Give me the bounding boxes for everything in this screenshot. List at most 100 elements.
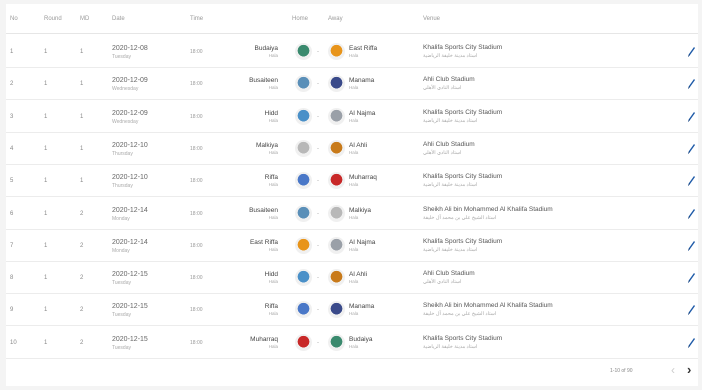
round-cell: 1 xyxy=(44,275,48,282)
matchday-cell: 1 xyxy=(80,49,84,55)
table-header: No Round MD Date Time Home Away Venue xyxy=(6,4,698,34)
matchday-cell: 1 xyxy=(80,113,84,120)
pencil-icon[interactable] xyxy=(686,174,696,188)
match-time: 18:00 xyxy=(190,210,203,217)
match-time: 18:00 xyxy=(190,178,203,185)
match-time: 18:00 xyxy=(190,307,203,314)
round-cell: 1 xyxy=(44,307,48,314)
venue-name: Khalifa Sports City Stadium xyxy=(423,334,503,342)
match-day: Monday xyxy=(112,247,130,254)
home-team-name: Riffa xyxy=(264,303,278,311)
matchday-cell: 2 xyxy=(80,242,84,249)
away-team-name: Budaiya xyxy=(349,335,373,343)
match-date: 2020-12-14 xyxy=(112,238,148,246)
venue-name: Khalifa Sports City Stadium xyxy=(423,44,503,51)
match-date: 2020-12-15 xyxy=(112,271,148,279)
match-number: 8 xyxy=(10,275,14,282)
vs-separator: - xyxy=(317,81,319,88)
away-team-name: Manama xyxy=(349,303,375,311)
pencil-icon[interactable] xyxy=(686,77,696,91)
match-number: 7 xyxy=(10,242,14,249)
pencil-icon[interactable] xyxy=(686,239,696,253)
fixtures-table: No Round MD Date Time Home Away Venue 1 1… xyxy=(6,4,698,386)
away-team-logo xyxy=(328,333,345,351)
header-no[interactable]: No xyxy=(10,16,18,22)
table-row[interactable]: 6 1 2 2020-12-14 Monday 18:00 Busaiteen Hala - Ma… xyxy=(6,197,698,230)
match-date: 2020-12-15 xyxy=(112,303,148,311)
header-venue[interactable]: Venue xyxy=(423,16,440,22)
header-home[interactable]: Home xyxy=(292,16,308,22)
table-row[interactable]: 2 1 1 2020-12-09 Wednesday 18:00 Busaiteen Hala… xyxy=(6,67,698,101)
table-row[interactable]: 7 1 2 2020-12-14 Monday 18:00 East Riffa Hala - A… xyxy=(6,229,698,262)
away-team-sub: Hala xyxy=(349,53,359,58)
away-team-name: Al Najma xyxy=(349,109,376,117)
table-row[interactable]: 4 1 1 2020-12-10 Thursday 18:00 Malkiya Hala - Al… xyxy=(6,132,698,165)
venue-name: Khalifa Sports City Stadium xyxy=(423,237,503,245)
table-row[interactable]: 1 1 1 2020-12-08 Tuesday 18:00 Budaiya Hala - Eas… xyxy=(6,35,698,68)
header-date[interactable]: Date xyxy=(112,16,125,22)
away-team-sub: Hala xyxy=(349,343,359,349)
match-day: Tuesday xyxy=(112,344,131,351)
venue-name-arabic: استاد الشيخ علي بن محمد آل خليفة xyxy=(423,214,497,221)
away-team-logo xyxy=(328,269,345,287)
match-date: 2020-12-09 xyxy=(112,77,148,85)
matchday-cell: 2 xyxy=(80,307,84,314)
pencil-icon[interactable] xyxy=(686,142,696,156)
table-row[interactable]: 8 1 2 2020-12-15 Tuesday 18:00 Hidd Hala - Al Ahl… xyxy=(6,261,698,295)
match-time: 18:00 xyxy=(190,81,203,88)
header-md[interactable]: MD xyxy=(80,16,89,22)
match-date: 2020-12-14 xyxy=(112,206,148,214)
match-date: 2020-12-10 xyxy=(112,141,148,149)
pencil-icon[interactable] xyxy=(686,207,696,221)
away-team-logo xyxy=(328,301,345,319)
chevron-left-icon[interactable]: ‹ xyxy=(671,363,675,377)
match-time: 18:00 xyxy=(190,49,203,55)
vs-separator: - xyxy=(317,113,319,120)
home-team-logo xyxy=(295,107,312,125)
pencil-icon[interactable] xyxy=(686,110,696,124)
table-row[interactable]: 3 1 1 2020-12-09 Wednesday 18:00 Hidd Hala - Al N… xyxy=(6,100,698,133)
venue-name: Ahli Club Stadium xyxy=(423,140,475,148)
table-row[interactable]: 10 1 2 2020-12-15 Tuesday 18:00 Muharraq Hala - B… xyxy=(6,326,698,359)
match-time: 18:00 xyxy=(190,242,203,249)
venue-name-arabic: استاد مدينة خليفة الرياضية xyxy=(423,246,478,253)
vs-separator: - xyxy=(317,210,319,217)
home-team-logo xyxy=(295,43,312,60)
away-team-sub: Hala xyxy=(349,279,359,285)
match-day: Tuesday xyxy=(112,312,131,319)
table-row[interactable]: 9 1 2 2020-12-15 Tuesday 18:00 Riffa Hala - Manam… xyxy=(6,293,698,327)
home-team-logo xyxy=(295,75,312,93)
table-row[interactable]: 5 1 1 2020-12-10 Thursday 18:00 Riffa Hala - Muha… xyxy=(6,164,698,198)
round-cell: 1 xyxy=(44,178,48,185)
match-date: 2020-12-08 xyxy=(112,45,148,52)
pencil-icon[interactable] xyxy=(686,336,696,350)
match-time: 18:00 xyxy=(190,145,203,152)
home-team-logo xyxy=(295,204,312,222)
home-team-name: Hidd xyxy=(264,109,278,117)
match-number: 3 xyxy=(10,113,14,120)
home-team-logo xyxy=(295,236,312,254)
pencil-icon[interactable] xyxy=(686,303,696,317)
away-team-name: Al Najma xyxy=(349,238,376,246)
home-team-sub: Hala xyxy=(268,343,278,349)
chevron-right-icon[interactable]: › xyxy=(687,362,691,377)
away-team-logo xyxy=(328,172,345,190)
home-team-name: Muharraq xyxy=(250,335,278,343)
pencil-icon[interactable] xyxy=(686,45,696,59)
away-team-sub: Hala xyxy=(349,85,359,91)
vs-separator: - xyxy=(317,275,319,282)
away-team-name: Al Ahli xyxy=(349,271,368,279)
match-day: Thursday xyxy=(112,150,133,157)
header-round[interactable]: Round xyxy=(44,16,62,22)
match-day: Tuesday xyxy=(112,280,131,287)
home-team-logo xyxy=(295,301,312,319)
away-team-sub: Hala xyxy=(349,246,359,252)
header-time[interactable]: Time xyxy=(190,16,203,22)
venue-name: Ahli Club Stadium xyxy=(423,76,475,84)
home-team-name: Budaiya xyxy=(254,45,279,52)
header-away[interactable]: Away xyxy=(328,16,343,22)
round-cell: 1 xyxy=(44,210,48,217)
round-cell: 1 xyxy=(44,113,48,120)
home-team-logo xyxy=(295,333,312,351)
pencil-icon[interactable] xyxy=(686,271,696,285)
